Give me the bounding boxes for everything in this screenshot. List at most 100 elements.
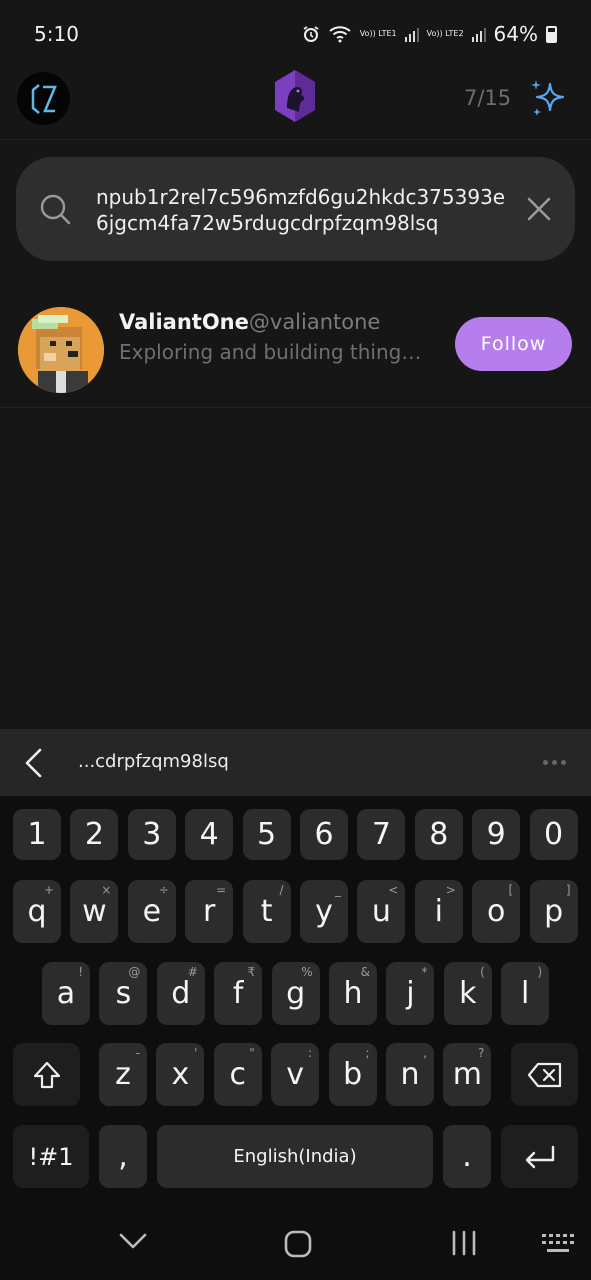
key-q[interactable]: q + [13,880,61,943]
key-n[interactable]: n, [386,1043,434,1106]
key-secondary-label: ( [480,965,485,979]
key-label: p [544,894,564,929]
key-w[interactable]: w × [70,880,119,943]
symbols-key[interactable]: !#1 [13,1125,89,1188]
signal-bars-1-icon [404,26,419,42]
key-b[interactable]: b; [328,1043,377,1106]
key-e[interactable]: e ÷ [127,880,176,943]
key-secondary-label: ! [78,965,83,979]
keyboard-hide-icon[interactable] [541,1233,575,1255]
key-r[interactable]: r = [185,880,234,943]
key-z[interactable]: z- [99,1043,147,1106]
key-1[interactable]: 1 [13,809,61,860]
key-d[interactable]: d # [156,962,205,1025]
key-label: s [115,976,132,1011]
key-u[interactable]: u < [357,880,406,943]
sim2-indicator: Vo)) LTE2 [426,29,464,38]
key-s[interactable]: s @ [99,962,148,1025]
key-label: l [521,976,530,1011]
key-label: x [171,1057,190,1092]
key-v[interactable]: v: [271,1043,320,1106]
key-label: r [203,894,216,929]
top-app-bar: 7/15 [0,68,591,140]
key-secondary-label: ] [565,883,571,897]
key-secondary-label: @ [128,965,141,979]
key-label: n [400,1057,420,1092]
key-x[interactable]: x ' [156,1043,205,1106]
key-secondary-label: , [423,1046,427,1060]
key-0[interactable]: 0 [529,809,578,860]
doge-avatar-icon [18,307,104,393]
key-label: z [115,1057,131,1092]
key-secondary-label: < [388,883,399,897]
key-o[interactable]: o[ [472,880,521,943]
key-4[interactable]: 4 [185,809,234,860]
key-9[interactable]: 9 [472,809,521,860]
key-i[interactable]: i > [414,880,463,943]
key-7[interactable]: 7 [357,809,406,860]
chevron-down-icon[interactable] [118,1232,148,1250]
backspace-icon [527,1062,561,1087]
key-secondary-label: : [308,1046,313,1060]
key-a[interactable]: a! [42,962,90,1025]
sparkle-icon[interactable] [528,78,568,118]
app-logo-icon [275,70,315,122]
key-secondary-label: ' [194,1046,198,1060]
chevron-left-icon[interactable] [22,747,44,779]
key-l[interactable]: l) [501,962,550,1025]
key-g[interactable]: g% [271,962,320,1025]
avatar[interactable] [18,307,104,393]
comma-key[interactable]: , [99,1125,147,1188]
clipboard-suggestion[interactable]: ...cdrpfzqm98lsq [78,751,229,772]
key-label: v [286,1057,305,1092]
space-key[interactable]: English(India) [157,1125,433,1188]
key-label: 7 [371,817,391,852]
key-y[interactable]: y _ [300,880,348,943]
key-m[interactable]: m? [443,1043,492,1106]
key-8[interactable]: 8 [414,809,463,860]
key-t[interactable]: t / [242,880,291,943]
close-icon[interactable] [526,196,552,222]
period-key[interactable]: . [443,1125,491,1188]
search-input[interactable]: npub1r2rel7c596mzfd6gu2hkdc375393e6jgcm4… [96,184,506,236]
wifi-icon [329,26,351,43]
alarm-icon [303,26,319,42]
profile-avatar[interactable] [17,72,70,125]
key-label: 6 [314,817,334,852]
search-bar[interactable]: npub1r2rel7c596mzfd6gu2hkdc375393e6jgcm4… [16,157,575,261]
backspace-key[interactable] [511,1043,578,1106]
sim1-indicator: Vo)) LTE1 [359,29,397,38]
enter-key[interactable] [501,1125,578,1188]
key-p[interactable]: p] [529,880,578,943]
key-secondary-label: + [43,883,54,897]
list-item[interactable]: ValiantOne@valiantone Exploring and buil… [0,284,591,408]
shift-key[interactable] [13,1043,80,1106]
key-c[interactable]: c " [213,1043,262,1106]
key-label: t [260,894,273,929]
status-bar: 5:10 Vo)) LTE1 Vo)) LTE2 64% [0,0,591,68]
key-j[interactable]: j * [386,962,435,1025]
signal-bars-2-icon [471,26,486,42]
key-label: 5 [257,817,277,852]
key-f[interactable]: f ₹ [214,962,263,1025]
key-label: 4 [199,817,219,852]
more-options-icon[interactable] [543,760,566,765]
key-label: q [27,894,47,929]
key-label: k [459,976,477,1011]
key-label: u [371,894,391,929]
home-icon[interactable] [283,1229,313,1259]
key-2[interactable]: 2 [70,809,119,860]
key-secondary-label: × [101,883,112,897]
profile-logo-icon [31,83,57,114]
key-5[interactable]: 5 [242,809,291,860]
key-secondary-label: > [445,883,456,897]
key-k[interactable]: k( [443,962,492,1025]
key-6[interactable]: 6 [300,809,348,860]
recents-icon[interactable] [450,1230,478,1256]
key-secondary-label: % [301,965,313,979]
key-secondary-label: ) [537,965,543,979]
key-h[interactable]: h & [329,962,377,1025]
follow-button[interactable]: Follow [455,317,572,371]
key-secondary-label: [ [508,883,514,897]
key-3[interactable]: 3 [127,809,176,860]
